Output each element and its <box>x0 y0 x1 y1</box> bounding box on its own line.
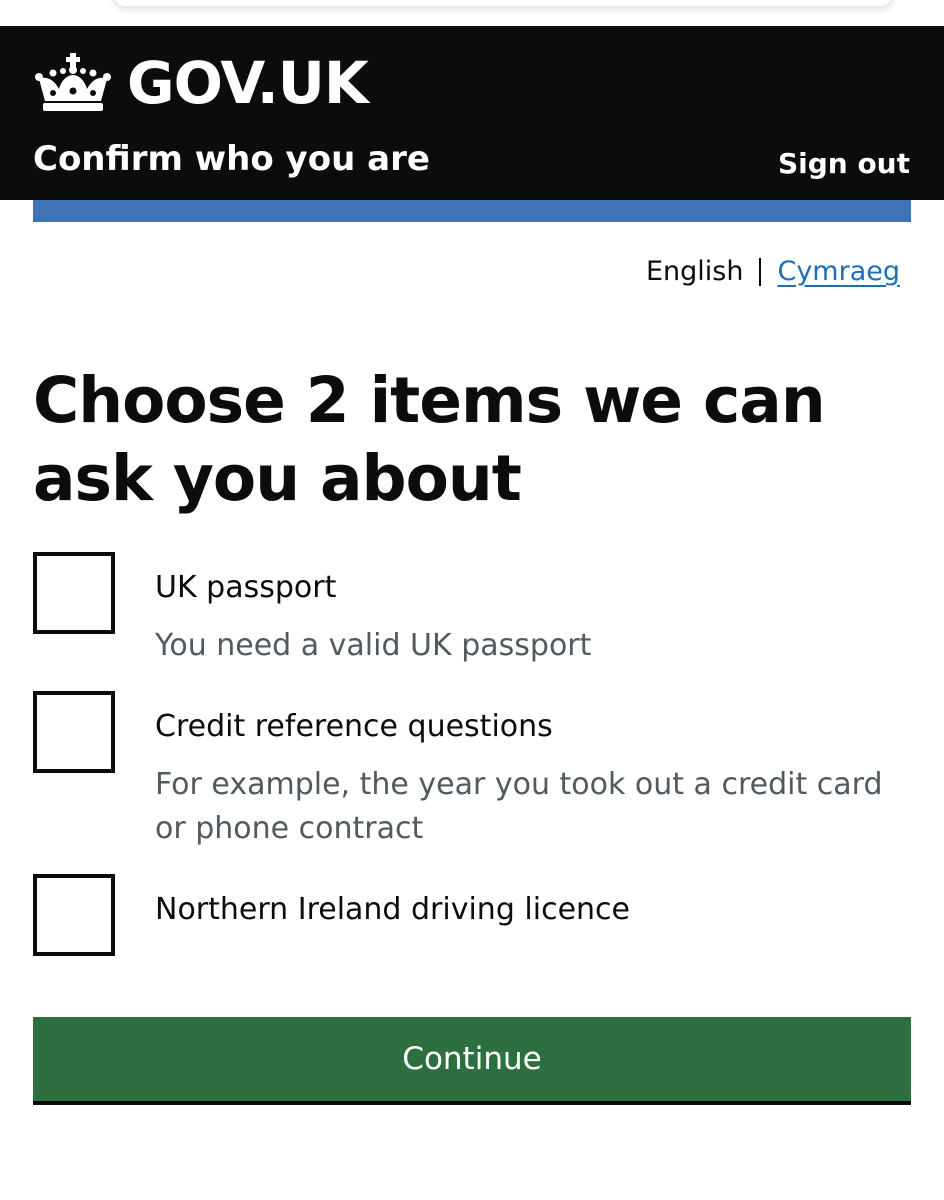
browser-top-area <box>0 0 944 26</box>
checkbox-ni-driving-licence[interactable] <box>33 874 115 956</box>
checkbox-hint: For example, the year you took out a cre… <box>155 767 883 846</box>
address-bar[interactable] <box>112 0 894 8</box>
checkbox-label[interactable]: Northern Ireland driving licence <box>155 890 630 930</box>
language-link-cymraeg[interactable]: Cymraeg <box>777 252 900 292</box>
checkbox-credit-reference[interactable] <box>33 691 115 773</box>
language-current: English <box>645 256 744 287</box>
checkbox-hint: You need a valid UK passport <box>155 628 592 663</box>
govuk-logo[interactable]: GOV.UK <box>33 48 369 118</box>
checkbox-label[interactable]: UK passport <box>155 568 336 608</box>
page-title: Choose 2 items we can ask you about <box>33 364 826 515</box>
sign-out-link[interactable]: Sign out <box>778 146 910 182</box>
govuk-header: GOV.UK Confirm who you are Sign out <box>0 26 944 200</box>
checkbox-label[interactable]: Credit reference questions <box>155 707 553 747</box>
checkbox-uk-passport[interactable] <box>33 552 115 634</box>
header-accent-bar <box>33 200 911 222</box>
service-name[interactable]: Confirm who you are <box>33 138 430 180</box>
continue-button[interactable]: Continue <box>33 1017 911 1101</box>
logo-text: GOV.UK <box>127 49 369 117</box>
language-switcher: English Cymraeg <box>646 252 900 292</box>
crown-icon <box>35 53 111 111</box>
language-separator <box>759 258 762 286</box>
